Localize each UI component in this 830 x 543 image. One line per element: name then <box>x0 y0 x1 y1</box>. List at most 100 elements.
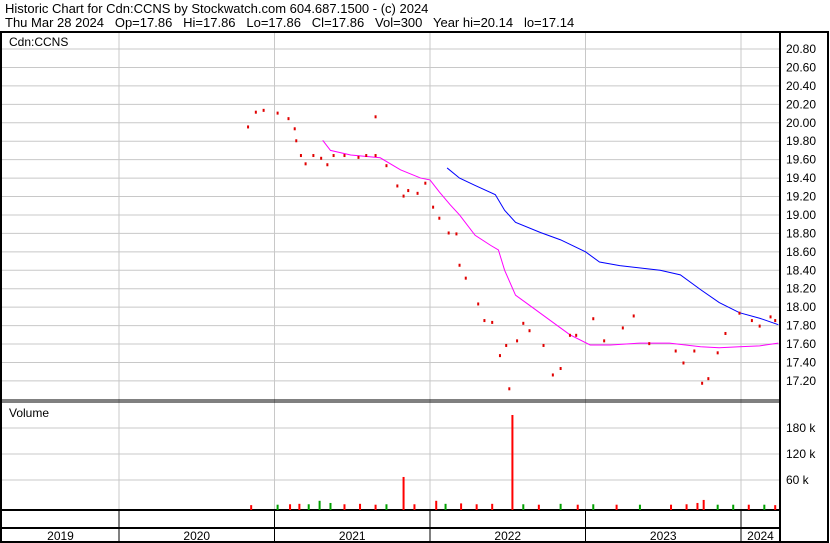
volume-bar <box>763 504 766 510</box>
price-point <box>508 387 511 391</box>
volume-bar <box>696 502 699 510</box>
price-point <box>407 189 410 193</box>
price-point <box>343 154 346 158</box>
price-point <box>374 154 377 158</box>
price-point <box>701 381 704 385</box>
price-point <box>707 377 710 381</box>
price-point <box>304 162 307 166</box>
volume-bar <box>289 504 292 510</box>
volume-bar <box>747 504 750 510</box>
volume-bar <box>402 476 405 510</box>
price-point <box>551 373 554 377</box>
price-point <box>293 127 296 131</box>
price-point <box>320 156 323 160</box>
price-point <box>447 231 450 235</box>
price-point <box>276 111 279 115</box>
volume-bar <box>522 504 525 510</box>
price-point <box>682 361 685 365</box>
price-point <box>326 163 329 167</box>
volume-bar <box>732 504 735 510</box>
price-point <box>458 263 461 267</box>
volume-bar <box>638 504 641 510</box>
volume-bar <box>592 504 595 510</box>
year-label: 2023 <box>650 529 677 543</box>
price-point <box>374 115 377 119</box>
symbol-label: Cdn:CCNS <box>9 35 68 49</box>
volume-bar <box>511 415 514 510</box>
volume-bar <box>343 504 346 510</box>
volume-bar <box>276 504 279 510</box>
price-point <box>758 324 761 328</box>
volume-tick-label: 120 k <box>786 447 816 461</box>
price-tick-label: 18.20 <box>786 282 816 296</box>
volume-bar <box>298 503 301 510</box>
price-point <box>312 154 315 158</box>
volume-bar <box>413 504 416 510</box>
volume-bar <box>329 502 332 510</box>
price-tick-label: 20.40 <box>786 79 816 93</box>
year-label: 2022 <box>494 529 521 543</box>
price-point <box>516 339 519 343</box>
price-point <box>254 110 257 114</box>
chart-svg: 20.80 20.60 20.40 20.20 20.00 19.80 19.60 19.40… <box>0 31 829 543</box>
price-point <box>522 321 525 325</box>
volume-bar <box>359 503 362 510</box>
price-tick-label: 18.40 <box>786 263 816 277</box>
price-point <box>559 367 562 371</box>
volume-label: Volume <box>9 406 49 420</box>
year-label: 2024 <box>747 529 774 543</box>
volume-bar <box>615 504 618 510</box>
volume-bar <box>385 504 388 510</box>
price-point <box>385 164 388 168</box>
price-tick-label: 19.60 <box>786 153 816 167</box>
volume-bar <box>307 504 310 510</box>
volume-bar <box>670 504 673 510</box>
moving-average-long <box>446 167 779 326</box>
volume-bar <box>559 503 562 510</box>
price-tick-label: 20.20 <box>786 97 816 111</box>
price-point <box>592 317 595 321</box>
price-tick-label: 18.80 <box>786 226 816 240</box>
price-point <box>365 154 368 158</box>
volume-bar <box>318 500 321 510</box>
price-tick-label: 17.80 <box>786 319 816 333</box>
stock-chart: Historic Chart for Cdn:CCNS by Stockwatc… <box>0 0 830 543</box>
price-point <box>693 349 696 353</box>
price-point <box>295 139 298 143</box>
price-tick-label: 19.00 <box>786 208 816 222</box>
volume-bar <box>374 504 377 510</box>
price-tick-label: 20.80 <box>786 42 816 56</box>
volume-bar <box>716 504 719 510</box>
price-point <box>396 184 399 188</box>
volume-bar <box>460 503 463 510</box>
volume-bar <box>435 500 438 510</box>
price-point <box>483 319 486 323</box>
price-tick-label: 18.00 <box>786 300 816 314</box>
price-point <box>402 194 405 198</box>
year-label: 2020 <box>183 529 210 543</box>
volume-bar <box>576 504 579 510</box>
price-point <box>674 349 677 353</box>
price-point <box>424 181 427 185</box>
price-point <box>477 302 480 306</box>
price-tick-label: 18.60 <box>786 245 816 259</box>
price-point <box>432 205 435 209</box>
price-point <box>455 232 458 236</box>
volume-bar <box>537 504 540 510</box>
chart-frame <box>0 31 829 543</box>
price-point <box>505 343 508 347</box>
price-point <box>575 333 578 337</box>
price-point <box>262 108 265 112</box>
price-point <box>648 342 651 346</box>
price-point <box>750 319 753 323</box>
price-point <box>438 216 441 220</box>
price-tick-label: 20.60 <box>786 60 816 74</box>
volume-tick-label: 180 k <box>786 421 816 435</box>
price-point <box>357 155 360 159</box>
volume-bar <box>475 504 478 510</box>
volume-bar <box>702 499 705 510</box>
price-point <box>621 326 624 330</box>
price-point <box>332 154 335 158</box>
volume-bar <box>774 505 777 510</box>
price-point <box>491 320 494 324</box>
